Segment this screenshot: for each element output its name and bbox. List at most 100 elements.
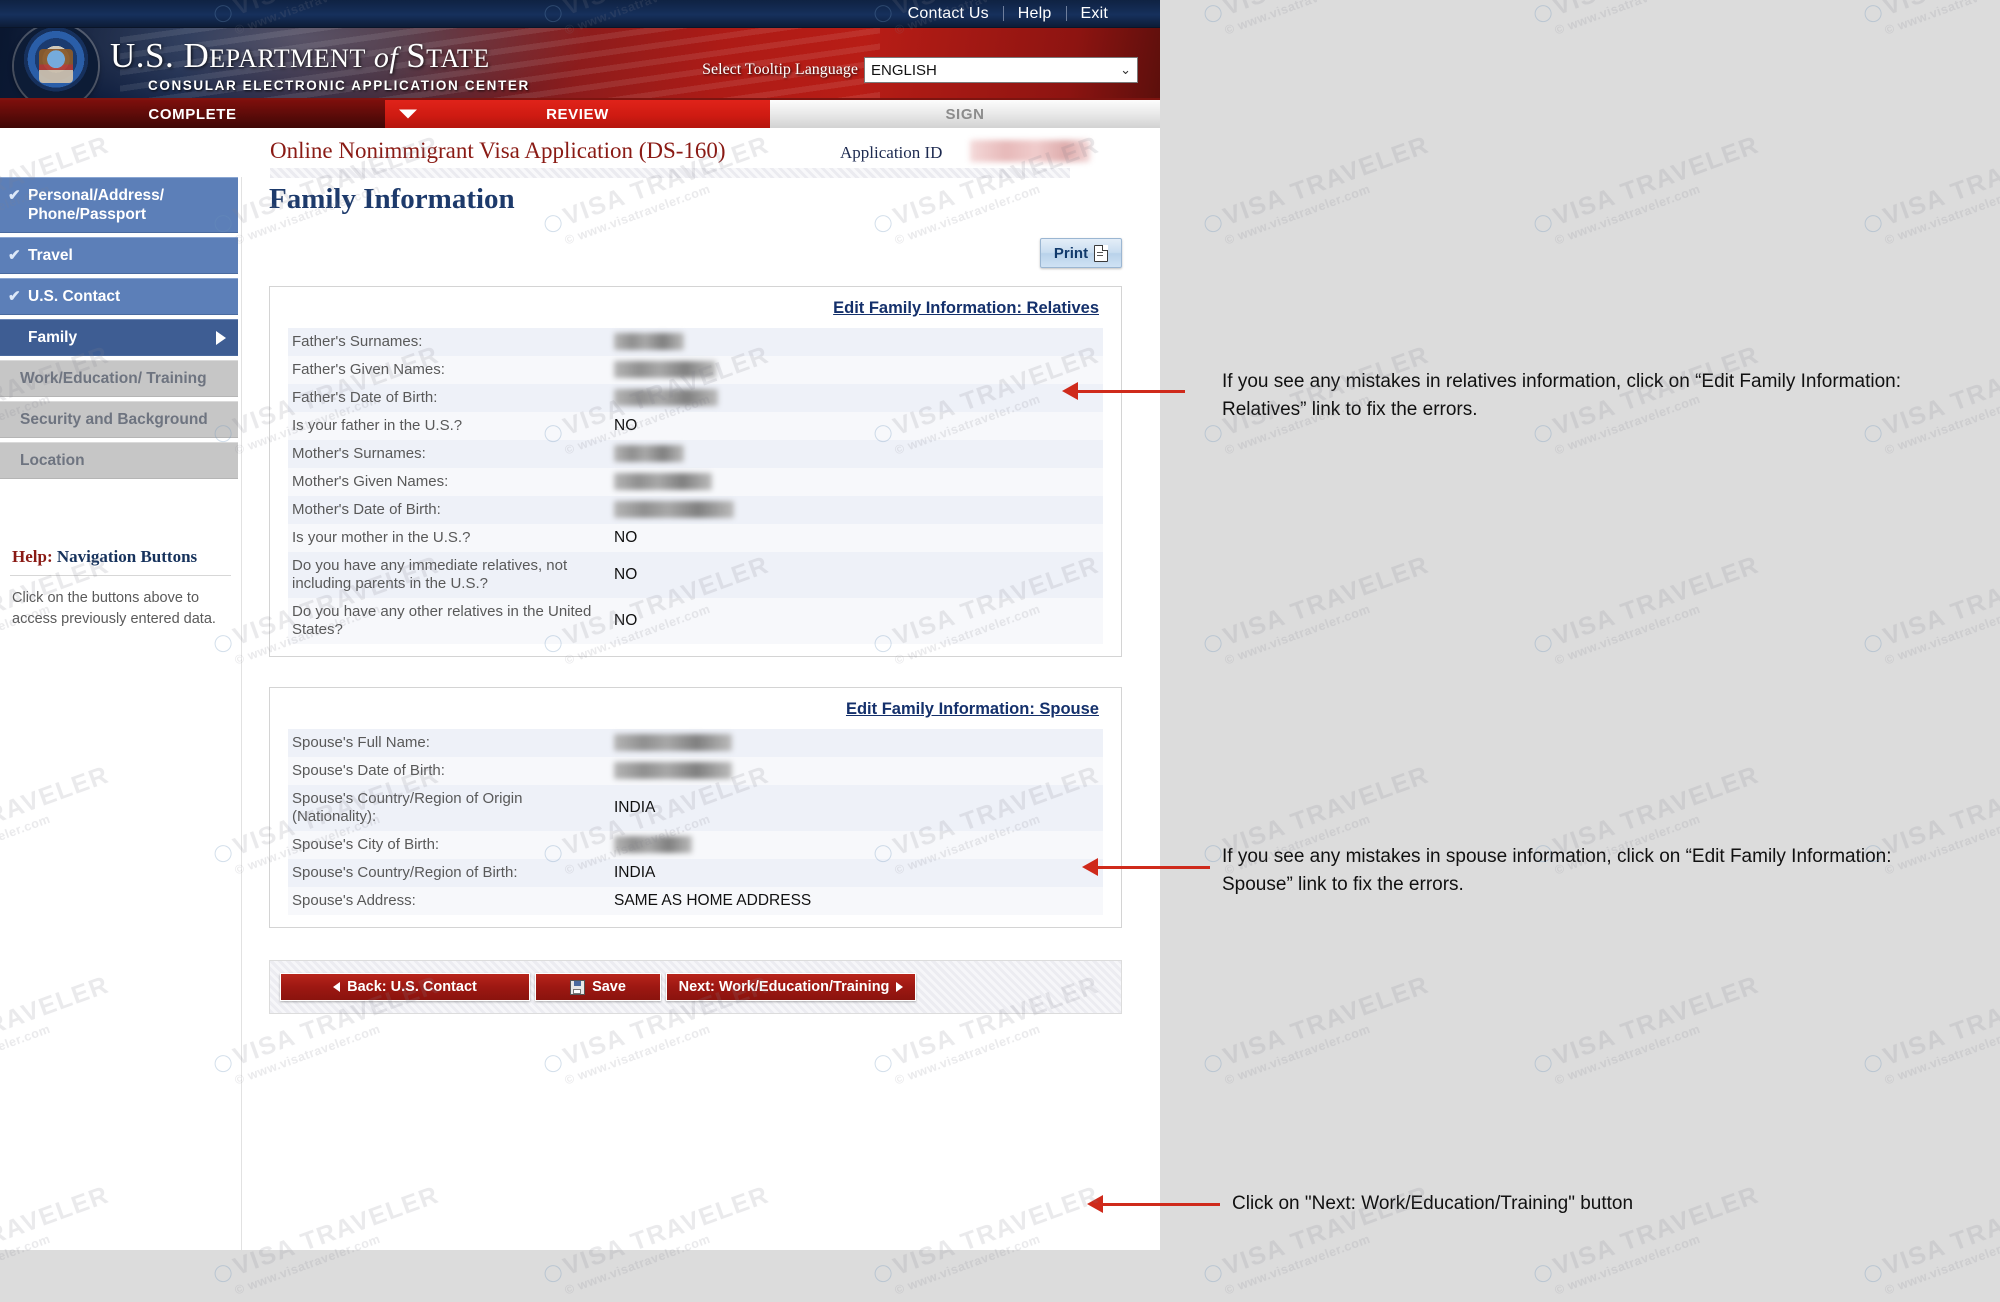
field-label: Do you have any immediate relatives, not… [288, 552, 608, 598]
field-value: NO [608, 598, 1103, 644]
redacted-value [614, 473, 712, 491]
navigation-buttons-bar: Back: U.S. Contact Save Next: Work/Educa… [269, 960, 1122, 1014]
help-title-prefix: Help: [12, 547, 53, 566]
callout-arrow-line-relatives [1075, 390, 1185, 393]
field-value [608, 729, 1103, 757]
field-value: NO [608, 412, 1103, 440]
relatives-edit-row: Edit Family Information: Relatives [288, 297, 1103, 328]
field-label: Father's Surnames: [288, 328, 608, 356]
spouse-panel: Edit Family Information: Spouse Spouse's… [269, 687, 1122, 928]
next-work-education-training-button[interactable]: Next: Work/Education/Training [666, 973, 916, 1001]
sidebar-item-label: Family [28, 329, 78, 346]
save-disk-icon [570, 979, 586, 995]
arrow-right-icon [896, 982, 904, 992]
field-label: Father's Given Names: [288, 356, 608, 384]
print-button[interactable]: Print [1040, 238, 1122, 268]
callout-arrow-head-next [1087, 1195, 1103, 1213]
field-label: Father's Date of Birth: [288, 384, 608, 412]
check-icon: ✔ [8, 247, 21, 264]
callout-arrow-head-relatives [1062, 382, 1078, 400]
watermark: VISA TRAVELER© www.visatraveler.com [1200, 971, 1438, 1093]
redacted-value [614, 501, 734, 519]
step-complete[interactable]: COMPLETE [0, 100, 385, 128]
chevron-right-icon [216, 330, 226, 345]
edit-family-information-spouse-link[interactable]: Edit Family Information: Spouse [846, 700, 1099, 718]
title-part-of: of [365, 41, 407, 74]
page-title: Family Information [269, 183, 515, 215]
exit-link[interactable]: Exit [1067, 0, 1122, 27]
field-value [608, 757, 1103, 785]
sidebar-item-personal-address-phone-passport[interactable]: ✔ Personal/Address/ Phone/Passport [0, 177, 238, 233]
table-row: Do you have any other relatives in the U… [288, 598, 1103, 644]
callout-arrow-line-spouse [1095, 866, 1210, 869]
department-of-state-seal-icon [14, 28, 98, 98]
tooltip-language-select[interactable]: ENGLISH ⌄ [864, 57, 1138, 83]
tooltip-language-control: Select Tooltip Language ENGLISH ⌄ [702, 57, 1138, 83]
back-us-contact-button[interactable]: Back: U.S. Contact [280, 973, 530, 1001]
table-row: Is your mother in the U.S.? NO [288, 524, 1103, 552]
utility-bar: Contact Us Help Exit [0, 0, 1160, 28]
sidebar-item-label: Location [20, 452, 85, 469]
contact-us-link[interactable]: Contact Us [894, 0, 1003, 27]
check-icon: ✔ [8, 288, 21, 305]
field-label: Spouse's Country/Region of Origin (Natio… [288, 785, 608, 831]
application-id-label: Application ID [840, 143, 943, 162]
sidebar-item-label: U.S. Contact [28, 288, 121, 305]
main-content: Family Information Print Edit Family Inf… [241, 177, 1160, 1250]
watermark: VISA TRAVELER© www.visatraveler.com [1860, 131, 2000, 253]
application-id-value-redacted [970, 140, 1090, 162]
step-review-label: REVIEW [546, 105, 609, 123]
spouse-edit-row: Edit Family Information: Spouse [288, 698, 1103, 729]
sidebar-item-family[interactable]: Family [0, 319, 238, 356]
redacted-value [614, 333, 684, 351]
sidebar-item-travel[interactable]: ✔ Travel [0, 237, 238, 274]
sidebar-item-work-education-training: Work/Education/ Training [0, 360, 238, 397]
field-label: Mother's Given Names: [288, 468, 608, 496]
save-button[interactable]: Save [535, 973, 661, 1001]
field-label: Mother's Surnames: [288, 440, 608, 468]
help-body: Click on the buttons above to access pre… [12, 590, 216, 627]
sidebar-help-box: Help: Navigation Buttons Click on the bu… [0, 547, 241, 630]
sidebar-item-location: Location [0, 442, 238, 479]
site-subtitle: CONSULAR ELECTRONIC APPLICATION CENTER [148, 78, 530, 93]
back-button-label: Back: U.S. Contact [347, 979, 477, 995]
table-row: Father's Surnames: [288, 328, 1103, 356]
field-value: INDIA [608, 785, 1103, 831]
help-link[interactable]: Help [1004, 0, 1066, 27]
check-icon: ✔ [8, 187, 21, 204]
title-part-epartment: EPARTMENT [209, 44, 366, 73]
title-part-tate: TATE [426, 44, 490, 73]
field-value: SAME AS HOME ADDRESS [608, 887, 1103, 915]
sidebar-item-label: Security and Background [20, 411, 208, 428]
field-value: INDIA [608, 859, 1103, 887]
annotation-next-button: Click on "Next: Work/Education/Training"… [1232, 1193, 1634, 1214]
watermark: VISA TRAVELER© www.visatraveler.com [1530, 131, 1768, 253]
step-sign[interactable]: SIGN [770, 100, 1160, 128]
field-label: Do you have any other relatives in the U… [288, 598, 608, 644]
site-title: U.S. DEPARTMENT of STATE [110, 36, 490, 76]
edit-family-information-relatives-link[interactable]: Edit Family Information: Relatives [833, 299, 1099, 317]
watermark: VISA TRAVELER© www.visatraveler.com [1200, 131, 1438, 253]
field-label: Is your mother in the U.S.? [288, 524, 608, 552]
redacted-value [614, 734, 732, 752]
sidebar-item-label: Personal/Address/ Phone/Passport [28, 187, 165, 223]
title-part-s: S [406, 36, 427, 75]
field-label: Spouse's Country/Region of Birth: [288, 859, 608, 887]
spouse-table: Spouse's Full Name: Spouse's Date of Birt… [288, 729, 1103, 915]
site-banner: U.S. DEPARTMENT of STATE CONSULAR ELECTR… [0, 28, 1160, 100]
sidebar-item-us-contact[interactable]: ✔ U.S. Contact [0, 278, 238, 315]
field-label: Spouse's Address: [288, 887, 608, 915]
redacted-value [614, 361, 716, 379]
watermark: VISA TRAVELER© www.visatraveler.com [1200, 551, 1438, 673]
print-button-label: Print [1053, 244, 1089, 262]
sidebar-item-security-and-background: Security and Background [0, 401, 238, 438]
table-row: Mother's Given Names: [288, 468, 1103, 496]
relatives-panel: Edit Family Information: Relatives Fathe… [269, 286, 1122, 657]
table-row: Mother's Date of Birth: [288, 496, 1103, 524]
field-value [608, 384, 1103, 412]
application-header: Online Nonimmigrant Visa Application (DS… [0, 128, 1160, 180]
step-review[interactable]: REVIEW [385, 100, 770, 128]
table-row: Spouse's Full Name: [288, 729, 1103, 757]
next-button-label: Next: Work/Education/Training [678, 979, 890, 995]
table-row: Mother's Surnames: [288, 440, 1103, 468]
